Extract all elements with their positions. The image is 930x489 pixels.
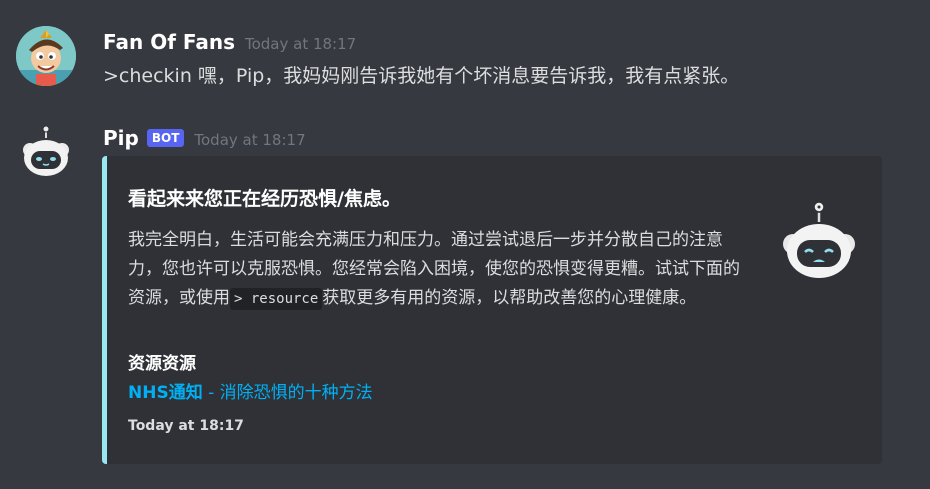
message-header: Pip BOT Today at 18:17 — [103, 126, 306, 150]
resource-link[interactable]: NHS通知 - 消除恐惧的十种方法 — [128, 383, 373, 403]
author-name[interactable]: Pip — [103, 126, 139, 150]
inline-command: > resource — [230, 288, 323, 310]
author-name[interactable]: Fan Of Fans — [103, 30, 235, 54]
resource-link-title: - 消除恐惧的十种方法 — [202, 383, 373, 403]
resource-link-source: NHS通知 — [128, 383, 203, 403]
bot-badge: BOT — [146, 129, 185, 147]
bot-embed: 看起来来您正在经历恐惧/焦虑。 我完全明白，生活可能会充满压力和压力。通过尝试退… — [102, 156, 882, 464]
embed-thumbnail[interactable] — [779, 196, 859, 286]
embed-field-value: NHS通知 - 消除恐惧的十种方法 — [128, 378, 373, 403]
message-header: Fan Of Fans Today at 18:17 — [103, 30, 356, 54]
embed-description-text: 获取更多有用的资源，以帮助改善您的心理健康。 — [322, 288, 697, 308]
embed-title: 看起来来您正在经历恐惧/焦虑。 — [128, 188, 401, 210]
embed-field-name: 资源资源 — [128, 354, 196, 374]
user-avatar[interactable] — [16, 26, 76, 86]
embed-description: 我完全明白，生活可能会充满压力和压力。通过尝试退后一步并分散自己的注意力，您也许… — [128, 226, 748, 314]
sad-robot-icon — [783, 201, 855, 278]
embed-footer-timestamp: Today at 18:17 — [128, 418, 244, 434]
message-timestamp[interactable]: Today at 18:17 — [245, 35, 356, 53]
user-avatar-cartoon-icon — [16, 26, 76, 86]
robot-avatar-icon — [16, 122, 76, 182]
bot-avatar[interactable] — [16, 122, 76, 182]
message-timestamp[interactable]: Today at 18:17 — [194, 131, 305, 149]
message-text: >checkin 嘿，Pip，我妈妈刚告诉我她有个坏消息要告诉我，我有点紧张。 — [103, 65, 740, 87]
